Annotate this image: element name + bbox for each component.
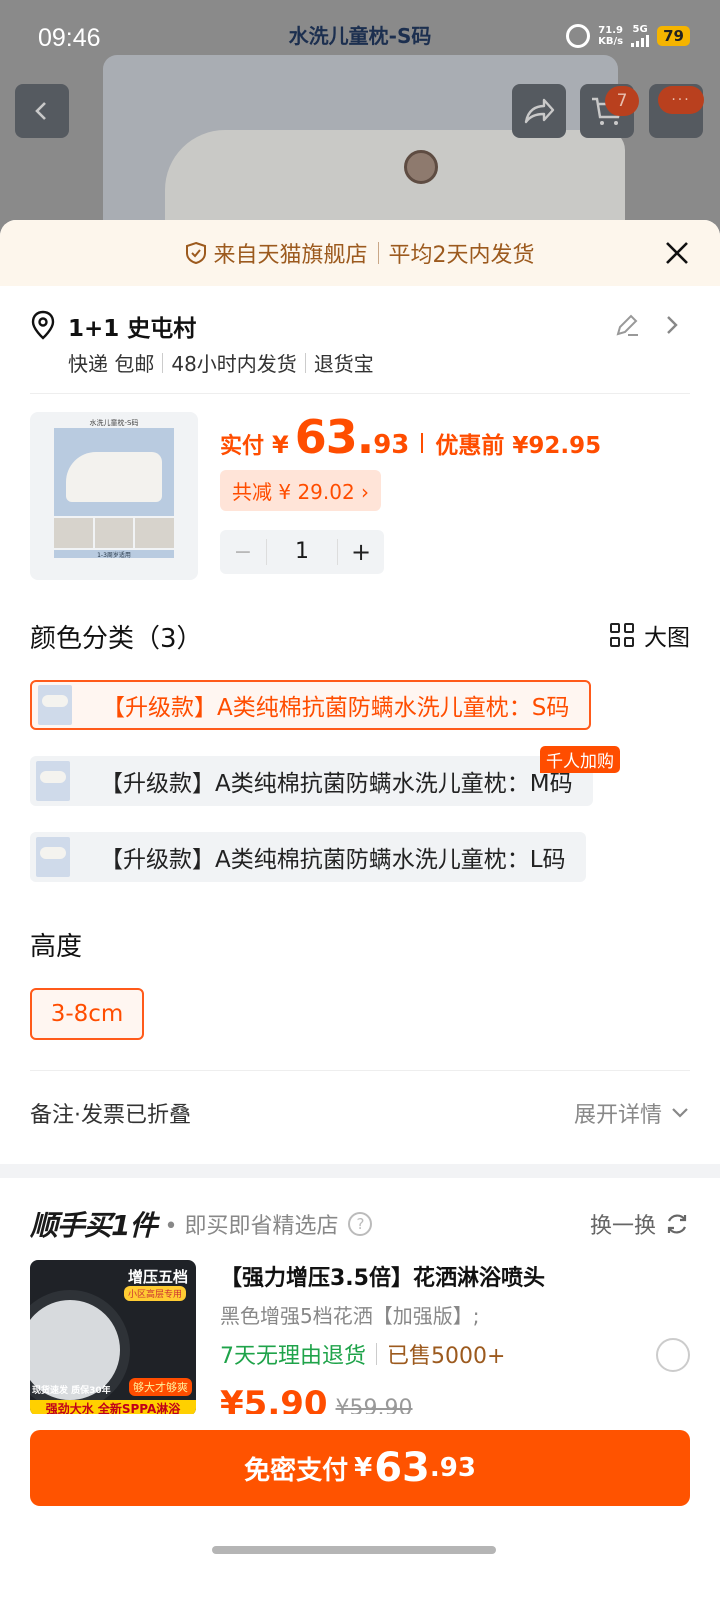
return-policy: 7天无理由退货: [220, 1344, 366, 1369]
color-option-l[interactable]: 【升级款】A类纯棉抗菌防螨水洗儿童枕：L码: [30, 832, 586, 882]
thumbnail-title: 水洗儿童枕-S码: [89, 419, 139, 427]
option-thumbnail: [38, 685, 72, 725]
signal-icon: 5G: [631, 24, 650, 47]
share-button[interactable]: [512, 84, 566, 138]
color-option-m[interactable]: 【升级款】A类纯棉抗菌防螨水洗儿童枕：M码: [30, 756, 593, 806]
chevron-down-icon: [672, 1107, 688, 1118]
price-currency: ¥: [272, 431, 289, 459]
shipping-time: 平均2天内发货: [388, 243, 535, 268]
price-line: 实付 ¥ 63. 93 优惠前 ¥92.95: [220, 410, 601, 464]
share-icon: [524, 98, 555, 124]
swap-label: 换一换: [589, 1214, 656, 1239]
addon-image-tag: 够大才够爽: [129, 1378, 192, 1396]
back-button[interactable]: [15, 84, 69, 138]
discount-chip[interactable]: 共减 ¥ 29.02 ›: [220, 470, 382, 511]
option-label: 【升级款】A类纯棉抗菌防螨水洗儿童枕：M码: [100, 771, 573, 797]
sheet-header: 来自天猫旗舰店 平均2天内发货: [0, 220, 720, 286]
increase-button[interactable]: +: [338, 538, 384, 566]
chevron-left-icon: [35, 102, 46, 120]
pay-amount-integer: 63: [374, 1445, 430, 1491]
expand-details-label: 展开详情: [573, 1102, 662, 1128]
addon-spec: 黑色增强5档花洒【加强版】;: [220, 1304, 480, 1328]
network-type: 5G: [632, 24, 648, 35]
height-option[interactable]: 3-8cm: [30, 988, 144, 1040]
more-badge: ···: [658, 86, 704, 114]
height-section-title: 高度: [30, 932, 83, 962]
return-insurance: 退货宝: [313, 352, 374, 376]
sold-count: 已售5000+: [387, 1344, 506, 1369]
big-image-button[interactable]: 大图: [610, 618, 690, 652]
pay-amount-decimal: .93: [429, 1453, 476, 1483]
price-block: 实付 ¥ 63. 93 优惠前 ¥92.95 共减 ¥ 29.02 ›: [220, 410, 601, 511]
addon-logo: 顺手买1件: [30, 1209, 157, 1242]
thumbnail-pillow: [66, 452, 162, 502]
net-speed-unit: KB/s: [598, 36, 624, 47]
delivery-info: 快递 包邮 48小时内发货 退货宝: [68, 348, 374, 377]
grid-icon: [610, 623, 634, 647]
addon-image-tag: 小区高层专用: [123, 1286, 186, 1301]
pay-button[interactable]: 免密支付 ¥ 63 .93: [30, 1430, 690, 1506]
addon-image-tag: 现货速发 质保30年: [32, 1386, 111, 1396]
pay-currency: ¥: [354, 1453, 373, 1483]
cart-count-badge: 7: [605, 86, 639, 116]
alarm-icon: [566, 24, 591, 48]
edit-icon[interactable]: [614, 312, 640, 338]
notes-row[interactable]: 备注·发票已折叠 展开详情: [30, 1070, 690, 1154]
store-origin: 来自天猫旗舰店: [213, 243, 368, 268]
option-thumbnail: [36, 761, 70, 801]
thumbnail-caption: 1-3周岁适用: [54, 550, 174, 559]
delivery-time: 48小时内发货: [171, 352, 297, 376]
price-integer: 63.: [294, 410, 374, 464]
product-thumbnail[interactable]: 水洗儿童枕-S码 1-3周岁适用: [30, 412, 198, 580]
addon-select-radio[interactable]: [656, 1338, 690, 1372]
price-label: 实付: [220, 434, 265, 459]
hot-tag-badge: 千人加购: [540, 746, 620, 773]
addon-header: 顺手买1件 • 即买即省精选店 ? 换一换: [30, 1206, 690, 1242]
net-speed-value: 71.9: [598, 25, 623, 36]
battery-icon: 79: [657, 26, 690, 46]
net-speed: 71.9 KB/s: [598, 25, 623, 47]
addon-clip: [0, 1414, 720, 1426]
location-pin-icon: [31, 310, 55, 340]
price-decimal: 93: [373, 430, 410, 460]
thumbnail-detail-row: [54, 518, 175, 548]
close-icon[interactable]: [662, 238, 692, 268]
option-label: 【升级款】A类纯棉抗菌防螨水洗儿童枕：L码: [100, 847, 566, 873]
chevron-right-icon[interactable]: [662, 312, 682, 338]
price-divider: [421, 433, 424, 453]
color-option-s[interactable]: 【升级款】A类纯棉抗菌防螨水洗儿童枕：S码: [30, 680, 592, 730]
background-pillow-badge: [404, 150, 438, 184]
quantity-stepper: − 1 +: [220, 530, 384, 574]
decrease-button[interactable]: −: [220, 540, 266, 565]
refresh-icon: [667, 1214, 687, 1234]
status-bar: 09:46 水洗儿童枕-S码 71.9 KB/s 5G 79: [0, 0, 720, 80]
section-gap: [0, 1164, 720, 1178]
notes-label: 备注·发票已折叠: [30, 1102, 191, 1128]
status-icons: 71.9 KB/s 5G 79: [566, 24, 690, 48]
addon-product-image[interactable]: 增压五档 小区高层专用 现货速发 质保30年 够大才够爽 强劲大水 全新SPPA…: [30, 1260, 196, 1416]
price-before-discount: 优惠前 ¥92.95: [435, 433, 602, 459]
addon-title[interactable]: 【强力增压3.5倍】花洒淋浴喷头: [220, 1260, 545, 1292]
help-icon[interactable]: ?: [348, 1212, 373, 1236]
delivery-method: 快递 包邮: [68, 352, 155, 376]
addon-subtitle: • 即买即省精选店: [164, 1214, 339, 1239]
address-name: 1+1 史屯村: [68, 316, 197, 342]
quantity-value[interactable]: 1: [266, 539, 338, 565]
swap-button[interactable]: 换一换: [590, 1208, 690, 1240]
big-image-label: 大图: [644, 625, 690, 651]
option-thumbnail: [36, 837, 70, 877]
option-label: 【升级款】A类纯棉抗菌防螨水洗儿童枕：S码: [102, 695, 570, 721]
addon-meta: 7天无理由退货 已售5000+: [220, 1338, 505, 1370]
address-section[interactable]: 1+1 史屯村 快递 包邮 48小时内发货 退货宝: [30, 306, 690, 394]
pay-label: 免密支付: [244, 1455, 349, 1486]
color-section-title: 颜色分类（3）: [30, 624, 203, 654]
addon-image-tag: 增压五档: [127, 1268, 188, 1286]
home-indicator[interactable]: [212, 1546, 496, 1554]
header-divider: [377, 242, 379, 264]
shield-icon: [186, 241, 207, 265]
expand-details[interactable]: 展开详情: [574, 1097, 690, 1129]
purchase-sheet: 来自天猫旗舰店 平均2天内发货 1+1 史屯村 快递 包邮 48小时内发货 退货…: [0, 220, 720, 1600]
